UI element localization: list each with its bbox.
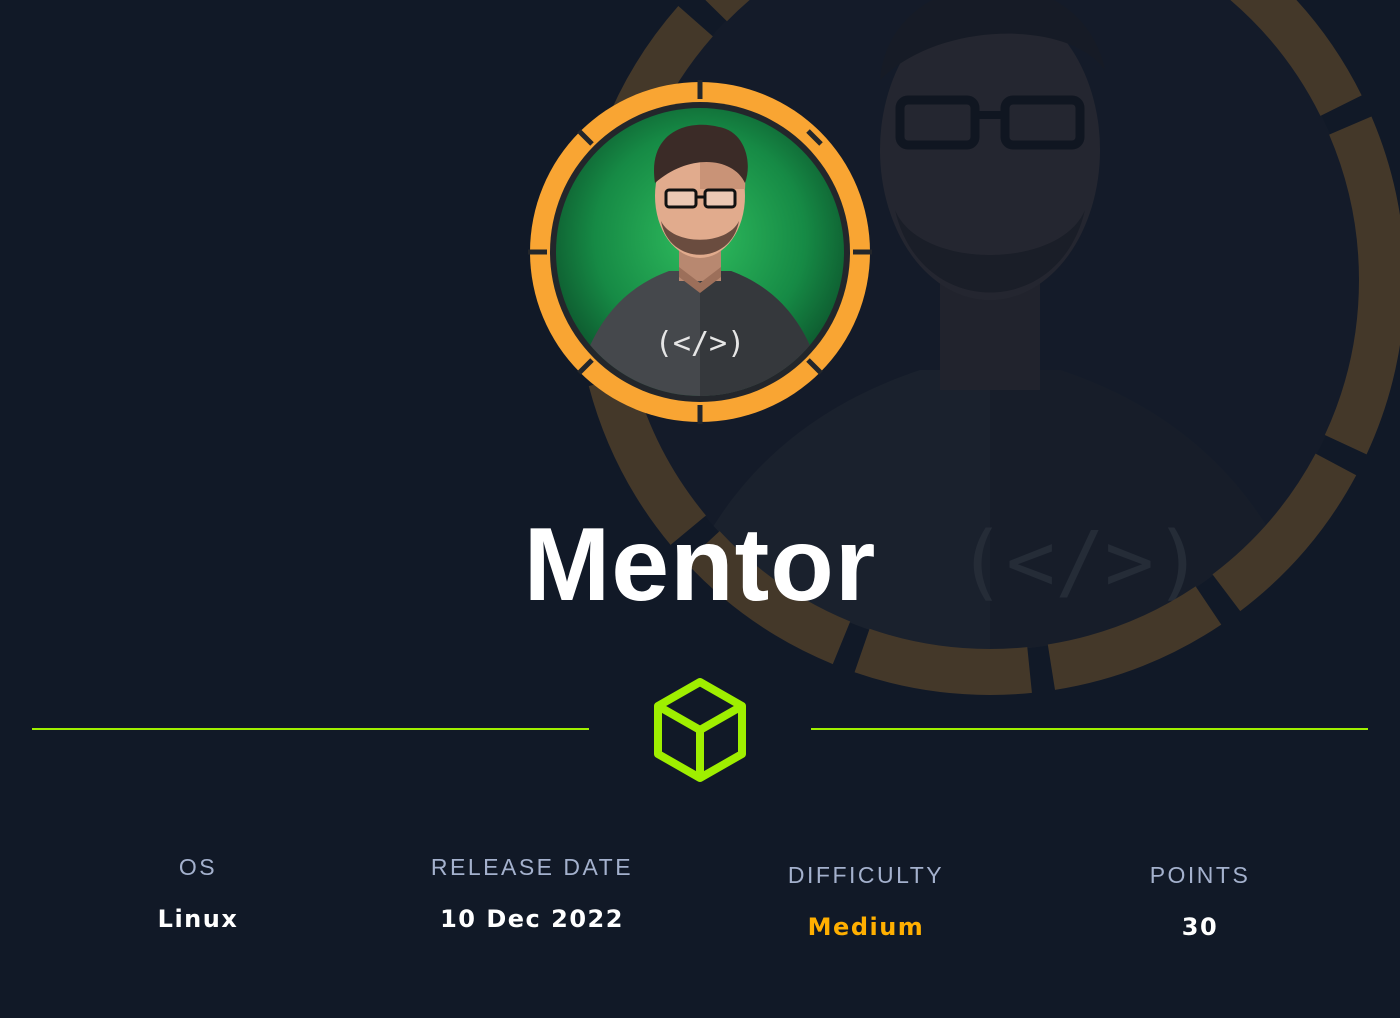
stat-points-value: 30 [1181,913,1219,941]
stat-os-label: OS [178,854,218,880]
shirt-code-text: (</>) [655,326,745,361]
stat-difficulty-value: Medium [807,913,925,941]
machine-name: Mentor [523,507,877,623]
stat-os: OS Linux [38,852,358,934]
stat-os-value: Linux [157,905,239,933]
stat-points: POINTS 30 [1040,860,1360,942]
stat-difficulty: DIFFICULTY Medium [706,860,1026,942]
machine-avatar: (</>) [528,80,872,424]
machine-banner: (</>) (</>) Mentor OS Linux RELEASE DATE… [0,0,1400,1018]
divider-line-left [32,728,589,730]
stat-release-date-label: RELEASE DATE [430,854,634,880]
divider-line-right [811,728,1368,730]
stat-points-label: POINTS [1149,862,1251,888]
cube-icon [654,678,746,782]
stat-release-date-value: 10 Dec 2022 [440,905,624,933]
stat-difficulty-label: DIFFICULTY [787,862,945,888]
stat-release-date: RELEASE DATE 10 Dec 2022 [372,852,692,934]
